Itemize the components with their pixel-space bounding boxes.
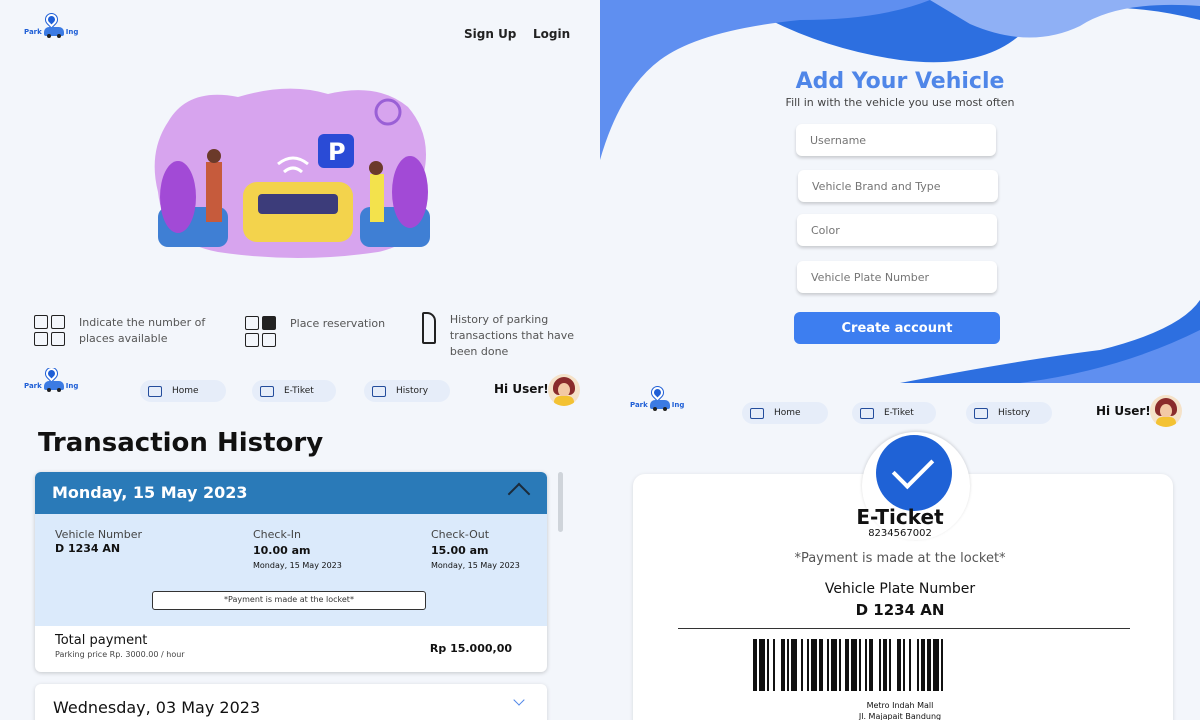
feature-text: Place reservation bbox=[290, 317, 386, 330]
brand-logo[interactable]: Park Ing bbox=[630, 384, 685, 411]
document-icon bbox=[422, 312, 436, 344]
transaction-card-collapsed[interactable]: Wednesday, 03 May 2023 bbox=[35, 684, 547, 720]
nav-history-label: History bbox=[998, 408, 1031, 418]
location-pin-icon bbox=[43, 11, 59, 28]
vehicle-brand-field[interactable] bbox=[798, 170, 998, 202]
add-vehicle-panel: Add Your Vehicle Fill in with the vehicl… bbox=[600, 0, 1200, 383]
page-title: Transaction History bbox=[38, 428, 324, 458]
chevron-up-icon[interactable] bbox=[507, 482, 531, 506]
payment-note: *Payment is made at the locket* bbox=[152, 591, 426, 610]
eticket-title: E-Ticket bbox=[856, 505, 944, 529]
nav-home[interactable]: Home bbox=[742, 402, 828, 424]
brand-left: Park bbox=[24, 381, 42, 390]
create-account-button[interactable]: Create account bbox=[794, 312, 1000, 344]
feature-places: Indicate the number of places available bbox=[34, 315, 224, 347]
checkout-column: Check-Out 15.00 am Monday, 15 May 2023 bbox=[431, 528, 520, 570]
checkout-label: Check-Out bbox=[431, 528, 490, 541]
brand-right: Ing bbox=[671, 400, 685, 409]
feature-history: History of parking transactions that hav… bbox=[422, 312, 592, 360]
card-header[interactable]: Monday, 15 May 2023 bbox=[35, 472, 547, 514]
feature-text: Indicate the number of places available bbox=[79, 316, 206, 345]
user-avatar[interactable] bbox=[1150, 395, 1182, 427]
eticket-number: 8234567002 bbox=[868, 528, 932, 539]
checkin-label: Check-In bbox=[253, 528, 302, 541]
checkin-column: Check-In 10.00 am Monday, 15 May 2023 bbox=[253, 528, 342, 570]
total-amount: Rp 15.000,00 bbox=[429, 642, 512, 655]
brand-left: Park bbox=[630, 400, 648, 409]
nav-history[interactable]: History bbox=[364, 380, 450, 402]
landing-panel: Park Ing Sign Up Login P Indicate the num… bbox=[0, 0, 600, 368]
vehicle-value: D 1234 AN bbox=[55, 542, 121, 555]
nav-eticket[interactable]: E-Tiket bbox=[252, 380, 336, 402]
car-icon bbox=[260, 385, 274, 397]
username-field[interactable] bbox=[796, 124, 996, 156]
add-vehicle-subtitle: Fill in with the vehicle you use most of… bbox=[785, 96, 1015, 109]
grid-icon bbox=[34, 315, 65, 346]
brand-right: Ing bbox=[65, 27, 79, 36]
feature-reservation: Place reservation bbox=[245, 316, 395, 347]
collage: Park Ing Sign Up Login P Indicate the num… bbox=[0, 0, 1200, 720]
card-footer: Total payment Parking price Rp. 3000.00 … bbox=[35, 626, 547, 672]
home-icon bbox=[148, 385, 162, 397]
transaction-date: Monday, 15 May 2023 bbox=[52, 483, 248, 502]
payment-note: *Payment is made at the locket* bbox=[794, 551, 1006, 566]
checkout-time: 15.00 am bbox=[431, 544, 489, 557]
chevron-down-icon[interactable] bbox=[513, 694, 525, 706]
location-pin-icon bbox=[649, 384, 665, 401]
history-icon bbox=[974, 407, 988, 419]
user-avatar[interactable] bbox=[548, 374, 580, 406]
car-icon bbox=[43, 27, 64, 38]
divider bbox=[678, 628, 1130, 629]
reservation-grid-icon bbox=[245, 316, 276, 347]
plate-number-field[interactable] bbox=[797, 261, 997, 293]
brand-right: Ing bbox=[65, 381, 79, 390]
nav-history[interactable]: History bbox=[966, 402, 1052, 424]
brand-left: Park bbox=[24, 27, 42, 36]
nav-home-label: Home bbox=[774, 408, 801, 418]
history-icon bbox=[372, 385, 386, 397]
check-icon bbox=[876, 435, 952, 511]
location-line-2: Jl. Majapait Bandung bbox=[858, 712, 942, 720]
svg-text:P: P bbox=[328, 138, 346, 166]
nav-eticket[interactable]: E-Tiket bbox=[852, 402, 936, 424]
car-icon bbox=[649, 400, 670, 411]
nav-home[interactable]: Home bbox=[140, 380, 226, 402]
transaction-card: Monday, 15 May 2023 Vehicle Number D 123… bbox=[35, 472, 547, 672]
feature-text: History of parking transactions that hav… bbox=[449, 313, 575, 358]
location-pin-icon bbox=[43, 368, 59, 382]
card-body: Vehicle Number D 1234 AN Check-In 10.00 … bbox=[35, 514, 547, 626]
brand-logo[interactable]: Park Ing bbox=[24, 11, 79, 38]
plate-label: Vehicle Plate Number bbox=[824, 581, 976, 597]
login-link[interactable]: Login bbox=[533, 27, 570, 41]
plate-value: D 1234 AN bbox=[855, 601, 945, 619]
nav-eticket-label: E-Tiket bbox=[884, 408, 914, 418]
checkin-time: 10.00 am bbox=[253, 544, 311, 557]
eticket-panel: Park Ing Home E-Tiket History Hi User! E-… bbox=[600, 383, 1200, 720]
brand-logo[interactable]: Park Ing bbox=[24, 368, 79, 392]
add-vehicle-title: Add Your Vehicle bbox=[795, 69, 1005, 94]
location-line-1: Metro Indah Mall bbox=[866, 701, 934, 710]
checkout-date: Monday, 15 May 2023 bbox=[431, 561, 520, 570]
vehicle-label: Vehicle Number bbox=[55, 528, 143, 541]
nav-history-label: History bbox=[396, 386, 429, 396]
car-icon bbox=[860, 407, 874, 419]
scrollbar[interactable] bbox=[558, 472, 563, 532]
greeting: Hi User! bbox=[1096, 404, 1151, 418]
parking-illustration: P bbox=[154, 88, 430, 259]
car-icon bbox=[43, 381, 64, 392]
nav-home-label: Home bbox=[172, 386, 199, 396]
greeting: Hi User! bbox=[494, 382, 549, 396]
vehicle-column: Vehicle Number D 1234 AN bbox=[55, 528, 142, 555]
home-icon bbox=[750, 407, 764, 419]
signup-link[interactable]: Sign Up bbox=[464, 27, 516, 41]
checkin-date: Monday, 15 May 2023 bbox=[253, 561, 342, 570]
transaction-date: Wednesday, 03 May 2023 bbox=[53, 698, 261, 717]
color-field[interactable] bbox=[797, 214, 997, 246]
barcode bbox=[753, 639, 943, 691]
nav-eticket-label: E-Tiket bbox=[284, 386, 314, 396]
history-panel: Park Ing Home E-Tiket History Hi User! Tr… bbox=[0, 368, 600, 720]
